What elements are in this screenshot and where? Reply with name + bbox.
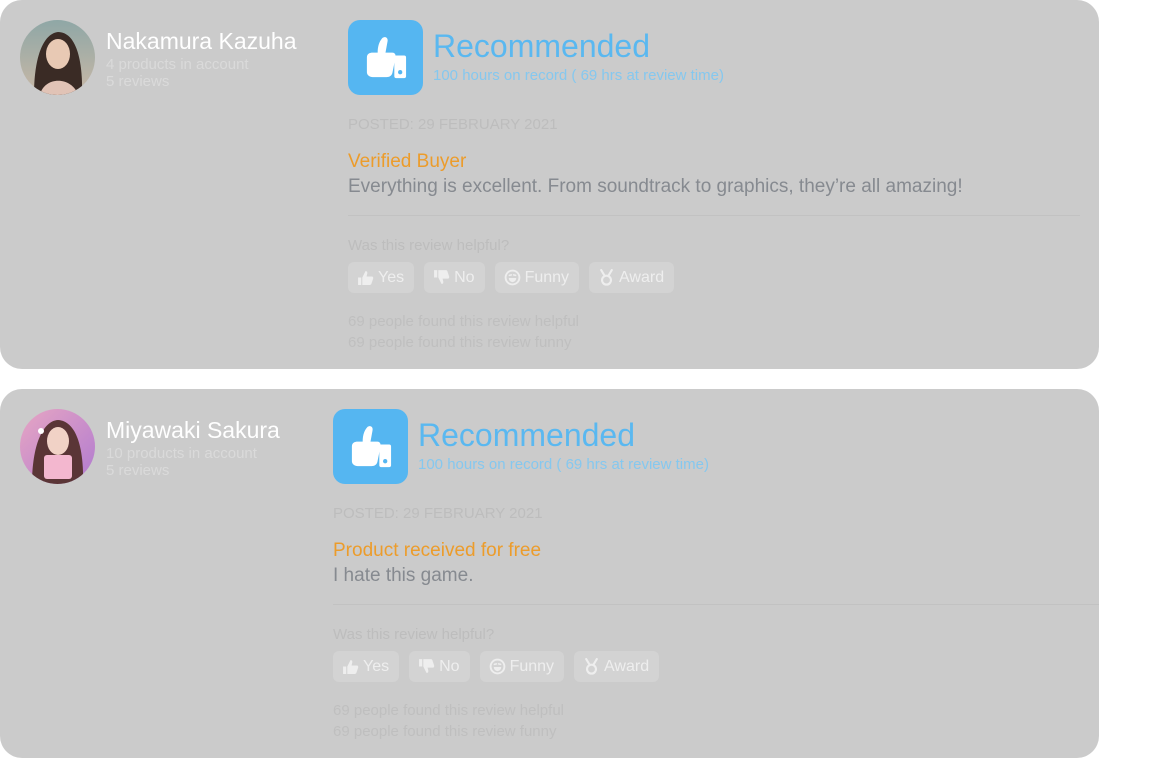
helpful-count: 69 people found this review helpful	[348, 313, 579, 330]
review-card: Miyawaki Sakura 10 products in account 5…	[0, 389, 1099, 758]
recommend-badge	[348, 20, 423, 95]
review-body: Recommended 100 hours on record ( 69 hrs…	[348, 0, 1099, 369]
funny-button[interactable]: Funny	[479, 651, 565, 682]
funny-count: 69 people found this review funny	[348, 334, 572, 351]
funny-count: 69 people found this review funny	[333, 723, 557, 740]
review-count: 5 reviews	[106, 462, 170, 479]
recommendation-title: Recommended	[418, 417, 635, 453]
thumbs-up-icon	[358, 271, 374, 285]
divider	[333, 604, 1099, 605]
hours-on-record: 100 hours on record ( 69 hrs at review t…	[433, 67, 724, 84]
award-button[interactable]: Award	[574, 651, 660, 682]
thumbs-up-icon	[351, 426, 392, 468]
award-button[interactable]: Award	[589, 262, 675, 293]
user-name[interactable]: Miyawaki Sakura	[106, 417, 280, 444]
funny-label: Funny	[524, 268, 570, 286]
medal-icon	[585, 658, 598, 675]
thumbs-down-icon	[434, 270, 450, 284]
purchase-status: Product received for free	[333, 540, 542, 561]
posted-date: POSTED: 29 FEBRUARY 2021	[333, 505, 543, 522]
medal-icon	[600, 269, 613, 286]
review-text: I hate this game.	[333, 565, 474, 586]
no-button[interactable]: No	[409, 651, 470, 682]
helpful-question: Was this review helpful?	[348, 237, 510, 254]
thumbs-down-icon	[419, 659, 435, 673]
award-label: Award	[604, 657, 650, 675]
thumbs-up-icon	[343, 660, 359, 674]
helpful-count: 69 people found this review helpful	[333, 702, 564, 719]
user-name[interactable]: Nakamura Kazuha	[106, 28, 297, 55]
review-text: Everything is excellent. From soundtrack…	[348, 176, 963, 197]
no-button[interactable]: No	[424, 262, 485, 293]
funny-label: Funny	[509, 657, 555, 675]
divider	[348, 215, 1080, 216]
funny-button[interactable]: Funny	[494, 262, 580, 293]
vote-buttons: Yes No Funny Award	[333, 651, 660, 682]
laugh-icon	[504, 269, 520, 286]
no-label: No	[454, 268, 475, 286]
vote-buttons: Yes No Funny Award	[348, 262, 675, 293]
review-card: Nakamura Kazuha 4 products in account 5 …	[0, 0, 1099, 369]
award-label: Award	[619, 268, 665, 286]
avatar[interactable]	[20, 409, 95, 484]
review-count: 5 reviews	[106, 73, 170, 90]
yes-label: Yes	[378, 268, 405, 286]
yes-button[interactable]: Yes	[333, 651, 400, 682]
recommendation-title: Recommended	[433, 28, 650, 64]
no-label: No	[439, 657, 460, 675]
thumbs-up-icon	[366, 37, 407, 79]
posted-date: POSTED: 29 FEBRUARY 2021	[348, 116, 558, 133]
recommend-badge	[333, 409, 408, 484]
purchase-status: Verified Buyer	[348, 151, 467, 172]
products-in-account: 4 products in account	[106, 56, 249, 73]
avatar[interactable]	[20, 20, 95, 95]
hours-on-record: 100 hours on record ( 69 hrs at review t…	[418, 456, 709, 473]
review-body: Recommended 100 hours on record ( 69 hrs…	[333, 389, 1099, 758]
helpful-question: Was this review helpful?	[333, 626, 495, 643]
yes-button[interactable]: Yes	[348, 262, 415, 293]
laugh-icon	[489, 658, 505, 675]
products-in-account: 10 products in account	[106, 445, 257, 462]
yes-label: Yes	[363, 657, 390, 675]
